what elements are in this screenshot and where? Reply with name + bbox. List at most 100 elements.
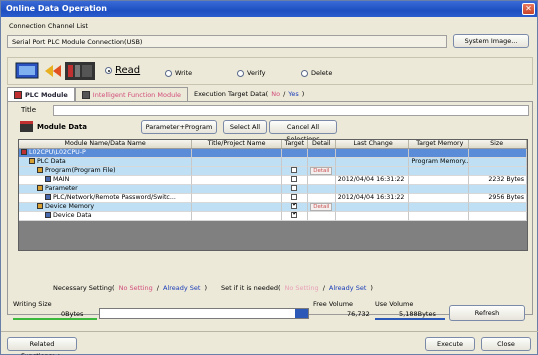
cell-target-memory	[409, 185, 470, 194]
legend-already-set-optional: Already Set	[328, 284, 367, 292]
cell-last-change: 2012/04/04 16:31:22	[335, 194, 410, 203]
cell-detail[interactable]	[307, 176, 336, 185]
related-functions-button[interactable]: Related Functions>>	[7, 337, 77, 355]
execution-target-no: No	[271, 90, 281, 98]
table-row[interactable]: Device Data	[19, 212, 527, 221]
dialog-window: Online Data Operation ✕ Connection Chann…	[0, 0, 538, 355]
cell-target[interactable]	[281, 203, 308, 212]
free-volume-label: Free Volume	[313, 300, 354, 308]
target-checkbox[interactable]	[291, 194, 298, 200]
col-size[interactable]: Size	[469, 140, 527, 148]
table-row[interactable]: PLC Data Program Memory...	[19, 158, 527, 167]
cell-target[interactable]	[282, 176, 308, 185]
module-data-icon	[20, 121, 33, 132]
grid-body: L02CPU\L02CPU-P PLC Data Program Memory...…	[19, 149, 527, 221]
cell-size: 2956 Bytes	[469, 194, 527, 203]
read-label: Read	[115, 65, 141, 76]
use-volume-label: Use Volume	[375, 300, 414, 308]
cell-detail[interactable]	[307, 185, 336, 194]
legend-already-set: Already Set	[162, 284, 201, 292]
tab-plc-module[interactable]: PLC Module	[7, 87, 75, 101]
delete-label: Delete	[311, 69, 333, 77]
footer-separator	[1, 331, 538, 332]
plc-connection-icon	[15, 62, 95, 80]
refresh-button[interactable]: Refresh	[449, 305, 525, 321]
write-radio[interactable]: Write	[165, 69, 192, 77]
read-radio-dot	[105, 67, 112, 74]
target-checkbox[interactable]	[291, 176, 298, 182]
cell-detail[interactable]	[307, 149, 336, 158]
cell-detail[interactable]: Detail	[307, 167, 336, 176]
col-target-memory[interactable]: Target Memory	[409, 140, 470, 148]
select-all-button[interactable]: Select All	[223, 120, 267, 134]
legend-no-setting-optional: No Setting	[284, 284, 319, 292]
title-label: Title	[21, 106, 37, 114]
table-row[interactable]: Device Memory Detail	[19, 203, 527, 212]
close-button[interactable]: Close	[481, 337, 531, 351]
table-row[interactable]: Parameter	[19, 185, 527, 194]
system-image-button[interactable]: System Image...	[453, 34, 529, 48]
delete-radio[interactable]: Delete	[301, 69, 332, 77]
use-volume-value: 5,188Bytes	[399, 310, 436, 318]
verify-radio[interactable]: Verify	[237, 69, 265, 77]
close-icon[interactable]: ✕	[522, 3, 535, 15]
free-volume-value: 76,732	[347, 310, 370, 318]
cell-last-change	[335, 167, 410, 176]
col-module-name[interactable]: Module Name/Data Name	[19, 140, 193, 148]
write-label: Write	[175, 69, 193, 77]
col-title-project[interactable]: Title/Project Name	[192, 140, 282, 148]
cell-target[interactable]	[281, 158, 308, 167]
cell-target[interactable]	[281, 167, 308, 176]
parameter-program-button[interactable]: Parameter+Program	[141, 120, 217, 134]
writing-size-value: 0Bytes	[61, 310, 84, 318]
table-row[interactable]: Program(Program File) Detail	[19, 167, 527, 176]
cell-last-change	[335, 158, 410, 167]
cell-target[interactable]	[282, 194, 308, 203]
cell-target[interactable]	[281, 149, 308, 158]
table-row[interactable]: MAIN 2012/04/04 16:31:22 2232 Bytes	[19, 176, 527, 185]
execute-button[interactable]: Execute	[425, 337, 475, 351]
module-data-grid: Module Name/Data Name Title/Project Name…	[18, 139, 528, 251]
cell-last-change: 2012/04/04 16:31:22	[335, 176, 410, 185]
target-checkbox[interactable]	[291, 203, 297, 209]
cell-detail[interactable]	[307, 212, 336, 221]
row-label: MAIN	[53, 176, 70, 183]
cell-last-change	[335, 149, 410, 158]
cell-size	[469, 149, 527, 158]
cell-target[interactable]	[281, 185, 308, 194]
cell-size: 2232 Bytes	[469, 176, 527, 185]
table-row[interactable]: L02CPU\L02CPU-P	[19, 149, 527, 158]
target-checkbox[interactable]	[291, 212, 297, 218]
table-row[interactable]: PLC/Network/Remote Password/Switc... 2012…	[19, 194, 527, 203]
title-field[interactable]	[53, 105, 529, 116]
cell-name: PLC Data	[19, 158, 193, 167]
cell-detail[interactable]: Detail	[307, 203, 336, 212]
row-label: L02CPU\L02CPU-P	[29, 149, 86, 156]
writing-size-underline	[13, 318, 97, 320]
col-target[interactable]: Target	[282, 140, 308, 148]
tree-node-icon	[21, 149, 27, 155]
target-checkbox[interactable]	[291, 185, 298, 191]
cancel-all-selections-button[interactable]: Cancel All Selections	[269, 120, 337, 143]
row-label: Parameter	[45, 185, 78, 192]
cell-detail[interactable]	[307, 158, 336, 167]
cell-last-change	[335, 212, 410, 221]
cell-name: L02CPU\L02CPU-P	[19, 149, 193, 158]
cell-detail[interactable]	[307, 194, 336, 203]
tree-node-icon	[37, 203, 43, 209]
verify-radio-dot	[237, 69, 244, 77]
detail-button[interactable]: Detail	[310, 167, 333, 175]
cell-size	[469, 167, 527, 176]
detail-button[interactable]: Detail	[310, 203, 333, 211]
cell-target[interactable]	[282, 212, 308, 221]
read-radio[interactable]: Read	[105, 65, 140, 76]
cell-size	[469, 185, 527, 194]
col-last-change[interactable]: Last Change	[336, 140, 410, 148]
col-detail[interactable]: Detail	[308, 140, 336, 148]
memory-usage-fill	[294, 309, 308, 318]
cell-name: Device Memory	[19, 203, 193, 212]
target-checkbox[interactable]	[291, 167, 298, 173]
tree-node-icon	[37, 185, 43, 191]
tab-intelligent-function-module[interactable]: Intelligent Function Module	[74, 87, 189, 101]
module-data-label: Module Data	[37, 123, 87, 131]
